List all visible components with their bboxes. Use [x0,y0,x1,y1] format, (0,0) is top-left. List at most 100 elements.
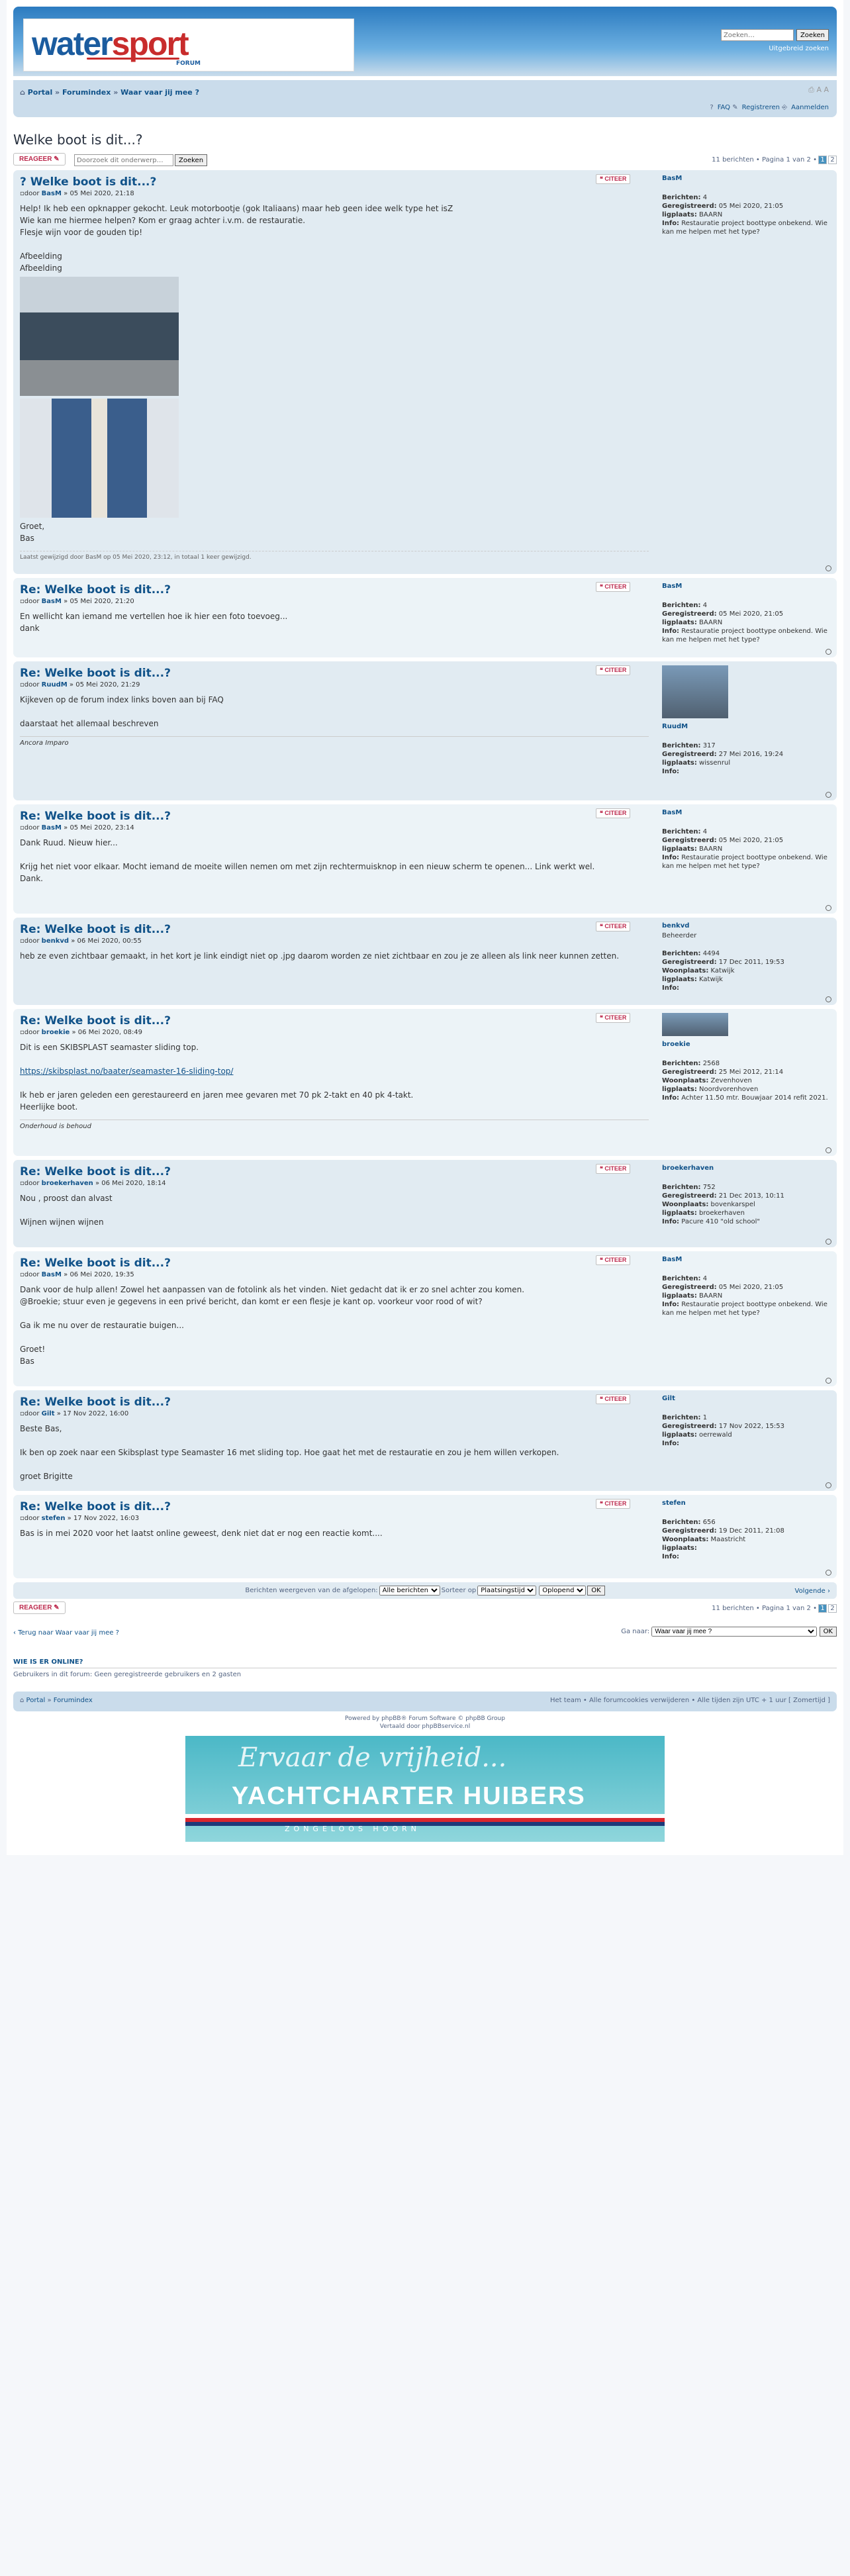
profile-username[interactable]: stefen [662,1499,834,1507]
faq-link[interactable]: FAQ [718,104,730,111]
post-subject[interactable]: Re: Welke boot is dit...? [20,1257,649,1270]
search-button[interactable]: Zoeken [796,29,829,41]
post-subject[interactable]: Re: Welke boot is dit...? [20,1014,649,1027]
days-select[interactable]: Alle berichten [379,1586,440,1596]
profile-label: Geregistreerd: [662,1423,717,1430]
back-to-top-icon[interactable] [826,649,831,655]
author-name[interactable]: Gilt [42,1410,55,1417]
quote-button[interactable]: ❝ CITEER [596,1255,631,1265]
register-link[interactable]: Registreren [742,104,780,111]
author-name[interactable]: broekerhaven [42,1180,93,1187]
print-icon[interactable]: ⎙ [808,85,814,94]
post-link-icon[interactable]: ▫ [20,681,24,689]
quote-button[interactable]: ❝ CITEER [596,174,631,184]
ad-banner[interactable]: Ervaar de vrijheid... YACHTCHARTER HUIBE… [185,1736,665,1842]
jump-go-button[interactable]: OK [819,1627,837,1637]
boat-seat-photo[interactable] [20,399,179,518]
back-link[interactable]: ‹ Terug naar Waar vaar jij mee ? [13,1629,119,1637]
post-link-icon[interactable]: ▫ [20,190,24,197]
boat-photo[interactable] [20,277,179,396]
quote-button[interactable]: ❝ CITEER [596,1013,631,1023]
post-subject[interactable]: ? Welke boot is dit...? [20,175,649,189]
back-to-top-icon[interactable] [826,1239,831,1245]
post-link-icon[interactable]: ▫ [20,1515,24,1522]
post-subject[interactable]: Re: Welke boot is dit...? [20,1165,649,1178]
back-to-top-icon[interactable] [826,996,831,1002]
page-2[interactable]: 2 [828,1604,837,1613]
page-1[interactable]: 1 [818,156,827,164]
profile-username[interactable]: BasM [662,808,834,817]
post-subject[interactable]: Re: Welke boot is dit...? [20,810,649,823]
quote-button[interactable]: ❝ CITEER [596,1164,631,1174]
quote-button[interactable]: ❝ CITEER [596,1499,631,1509]
author-name[interactable]: stefen [42,1515,66,1522]
profile-username[interactable]: Gilt [662,1394,834,1403]
login-link[interactable]: Aanmelden [791,104,829,111]
back-to-top-icon[interactable] [826,1482,831,1488]
next-page-link[interactable]: Volgende › [795,1588,831,1595]
author-name[interactable]: BasM [42,190,62,197]
post-link-icon[interactable]: ▫ [20,1029,24,1036]
back-to-top-icon[interactable] [826,905,831,911]
post-link-icon[interactable]: ▫ [20,1271,24,1278]
page-1[interactable]: 1 [818,1604,827,1613]
back-to-top-icon[interactable] [826,792,831,798]
reply-button[interactable]: REAGEER ✎ [13,153,66,166]
post-link-icon[interactable]: ▫ [20,824,24,832]
search-input[interactable] [720,29,794,41]
author-name[interactable]: broekie [42,1029,70,1036]
profile-username[interactable]: BasM [662,1255,834,1264]
post-link-icon[interactable]: ▫ [20,1410,24,1417]
sort-key-select[interactable]: Plaatsingstijd [477,1586,537,1596]
author-name[interactable]: BasM [42,598,62,605]
footer-forum[interactable]: Forumindex [54,1697,93,1704]
crumb-portal[interactable]: Portal [28,88,53,97]
sort-dir-select[interactable]: Oplopend [539,1586,587,1596]
profile-username[interactable]: benkvd [662,922,834,930]
avatar[interactable] [662,1013,728,1036]
avatar[interactable] [662,665,728,718]
profile-username[interactable]: broekie [662,1040,834,1049]
post-link-icon[interactable]: ▫ [20,937,24,945]
quote-button[interactable]: ❝ CITEER [596,922,631,931]
page-2[interactable]: 2 [828,156,837,164]
author-name[interactable]: BasM [42,824,62,832]
footer-portal[interactable]: Portal [26,1697,46,1704]
jump-select[interactable]: Waar vaar jij mee ? [651,1627,818,1637]
topic-search-button[interactable]: Zoeken [175,154,208,166]
site-logo[interactable]: watersport FORUM [23,19,354,72]
crumb-section[interactable]: Waar vaar jij mee ? [120,88,199,97]
crumb-forum[interactable]: Forumindex [62,88,111,97]
back-to-top-icon[interactable] [826,565,831,571]
back-to-top-icon[interactable] [826,1570,831,1576]
post-subject[interactable]: Re: Welke boot is dit...? [20,1396,649,1409]
post-subject[interactable]: Re: Welke boot is dit...? [20,583,649,596]
quote-button[interactable]: ❝ CITEER [596,582,631,592]
quote-button[interactable]: ❝ CITEER [596,665,631,675]
font-size-icon[interactable]: A A [816,85,829,94]
post-link-icon[interactable]: ▫ [20,1180,24,1187]
author-name[interactable]: RuudM [42,681,68,689]
back-to-top-icon[interactable] [826,1147,831,1153]
post-subject[interactable]: Re: Welke boot is dit...? [20,667,649,680]
profile-username[interactable]: broekerhaven [662,1164,834,1172]
post-subject[interactable]: Re: Welke boot is dit...? [20,923,649,936]
author-name[interactable]: benkvd [42,937,69,945]
profile-username[interactable]: BasM [662,582,834,591]
profile-username[interactable]: RuudM [662,722,834,731]
back-to-top-icon[interactable] [826,1378,831,1384]
post-subject[interactable]: Re: Welke boot is dit...? [20,1500,649,1513]
reply-button-bottom[interactable]: REAGEER ✎ [13,1601,66,1614]
footer-links[interactable]: Het team • Alle forumcookies verwijderen… [550,1697,830,1704]
quote-button[interactable]: ❝ CITEER [596,1394,631,1404]
post-link[interactable]: https://skibsplast.no/baater/seamaster-1… [20,1065,649,1077]
author-name[interactable]: BasM [42,1271,62,1278]
topic-title[interactable]: Welke boot is dit...? [13,132,837,148]
advanced-search-link[interactable]: Uitgebreid zoeken [769,45,829,52]
profile-value: Restauratie project boottype onbekend. W… [662,220,827,236]
profile-username[interactable]: BasM [662,174,834,183]
sort-go-button[interactable]: OK [587,1586,605,1596]
post-link-icon[interactable]: ▫ [20,598,24,605]
topic-search-input[interactable] [74,154,173,166]
quote-button[interactable]: ❝ CITEER [596,808,631,818]
